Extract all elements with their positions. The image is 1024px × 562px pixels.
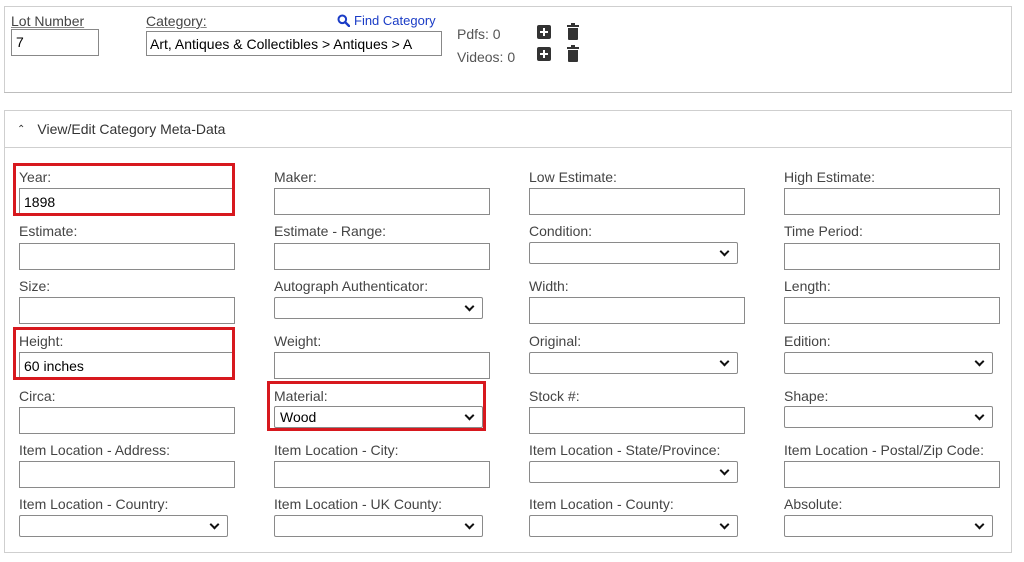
item-location-postal-label: Item Location - Postal/Zip Code:: [784, 442, 984, 458]
condition-select[interactable]: [529, 242, 738, 264]
delete-pdf-trash-icon[interactable]: [567, 23, 579, 40]
chevron-down-icon: [974, 356, 985, 367]
length-input[interactable]: [784, 297, 1000, 324]
maker-label: Maker:: [274, 169, 317, 185]
shape-label: Shape:: [784, 388, 829, 404]
original-label: Original:: [529, 333, 582, 349]
category-input[interactable]: Art, Antiques & Collectibles > Antiques …: [146, 31, 442, 56]
lot-number-input[interactable]: 7: [11, 29, 99, 56]
stock-number-input[interactable]: [529, 407, 745, 434]
chevron-down-icon: [464, 519, 475, 530]
search-icon: [337, 14, 350, 27]
time-period-label: Time Period:: [784, 223, 863, 239]
chevron-down-icon: [974, 519, 985, 530]
low-estimate-label: Low Estimate:: [529, 169, 617, 185]
length-label: Length:: [784, 278, 831, 294]
autograph-authenticator-label: Autograph Authenticator:: [274, 278, 429, 294]
videos-count: Videos: 0: [457, 49, 516, 65]
original-select[interactable]: [529, 352, 738, 374]
find-category-link[interactable]: Find Category: [337, 13, 436, 28]
meta-data-toggle[interactable]: ⌃ View/Edit Category Meta-Data: [5, 111, 1011, 148]
lot-number-label: Lot Number: [11, 13, 85, 29]
category-label: Category:: [146, 13, 207, 29]
weight-input[interactable]: [274, 352, 490, 379]
item-location-county-label: Item Location - County:: [529, 496, 674, 512]
chevron-down-icon: [719, 246, 730, 257]
condition-label: Condition:: [529, 223, 593, 239]
estimate-label: Estimate:: [19, 223, 78, 239]
size-label: Size:: [19, 278, 51, 294]
circa-input[interactable]: [19, 407, 235, 434]
size-input[interactable]: [19, 297, 235, 324]
find-category-text: Find Category: [354, 13, 436, 28]
high-estimate-label: High Estimate:: [784, 169, 876, 185]
chevron-down-icon: [974, 410, 985, 421]
chevron-down-icon: [719, 465, 730, 476]
item-location-state-select[interactable]: [529, 461, 738, 483]
item-location-postal-input[interactable]: [784, 461, 1000, 488]
estimate-range-input[interactable]: [274, 243, 490, 270]
material-highlight-box: [267, 381, 486, 431]
estimate-range-label: Estimate - Range:: [274, 223, 387, 239]
time-period-input[interactable]: [784, 243, 1000, 270]
year-highlight-box: [13, 163, 235, 216]
item-location-uk-county-label: Item Location - UK County:: [274, 496, 443, 512]
low-estimate-input[interactable]: [529, 188, 745, 215]
add-pdf-plus-icon[interactable]: [537, 25, 551, 39]
chevron-up-icon: ⌃: [17, 123, 26, 135]
autograph-authenticator-select[interactable]: [274, 297, 483, 319]
edition-label: Edition:: [784, 333, 831, 349]
circa-label: Circa:: [19, 388, 56, 404]
divider: [4, 92, 1012, 93]
item-location-city-input[interactable]: [274, 461, 490, 488]
meta-data-header-label: View/Edit Category Meta-Data: [37, 121, 226, 137]
chevron-down-icon: [719, 519, 730, 530]
absolute-select[interactable]: [784, 515, 993, 537]
shape-select[interactable]: [784, 406, 993, 428]
edition-select[interactable]: [784, 352, 993, 374]
width-input[interactable]: [529, 297, 745, 324]
item-location-uk-county-select[interactable]: [274, 515, 483, 537]
weight-label: Weight:: [274, 333, 322, 349]
height-highlight-box: [13, 327, 235, 380]
high-estimate-input[interactable]: [784, 188, 1000, 215]
absolute-label: Absolute:: [784, 496, 843, 512]
item-location-county-select[interactable]: [529, 515, 738, 537]
delete-video-trash-icon[interactable]: [567, 45, 579, 62]
chevron-down-icon: [464, 301, 475, 312]
add-video-plus-icon[interactable]: [537, 47, 551, 61]
width-label: Width:: [529, 278, 569, 294]
stock-number-label: Stock #:: [529, 388, 580, 404]
maker-input[interactable]: [274, 188, 490, 215]
chevron-down-icon: [209, 519, 220, 530]
chevron-down-icon: [719, 356, 730, 367]
item-location-address-input[interactable]: [19, 461, 235, 488]
item-location-address-label: Item Location - Address:: [19, 442, 170, 458]
item-location-country-label: Item Location - Country:: [19, 496, 169, 512]
estimate-input[interactable]: [19, 243, 235, 270]
item-location-country-select[interactable]: [19, 515, 228, 537]
item-location-city-label: Item Location - City:: [274, 442, 399, 458]
pdfs-count: Pdfs: 0: [457, 26, 501, 42]
item-location-state-label: Item Location - State/Province:: [529, 442, 721, 458]
